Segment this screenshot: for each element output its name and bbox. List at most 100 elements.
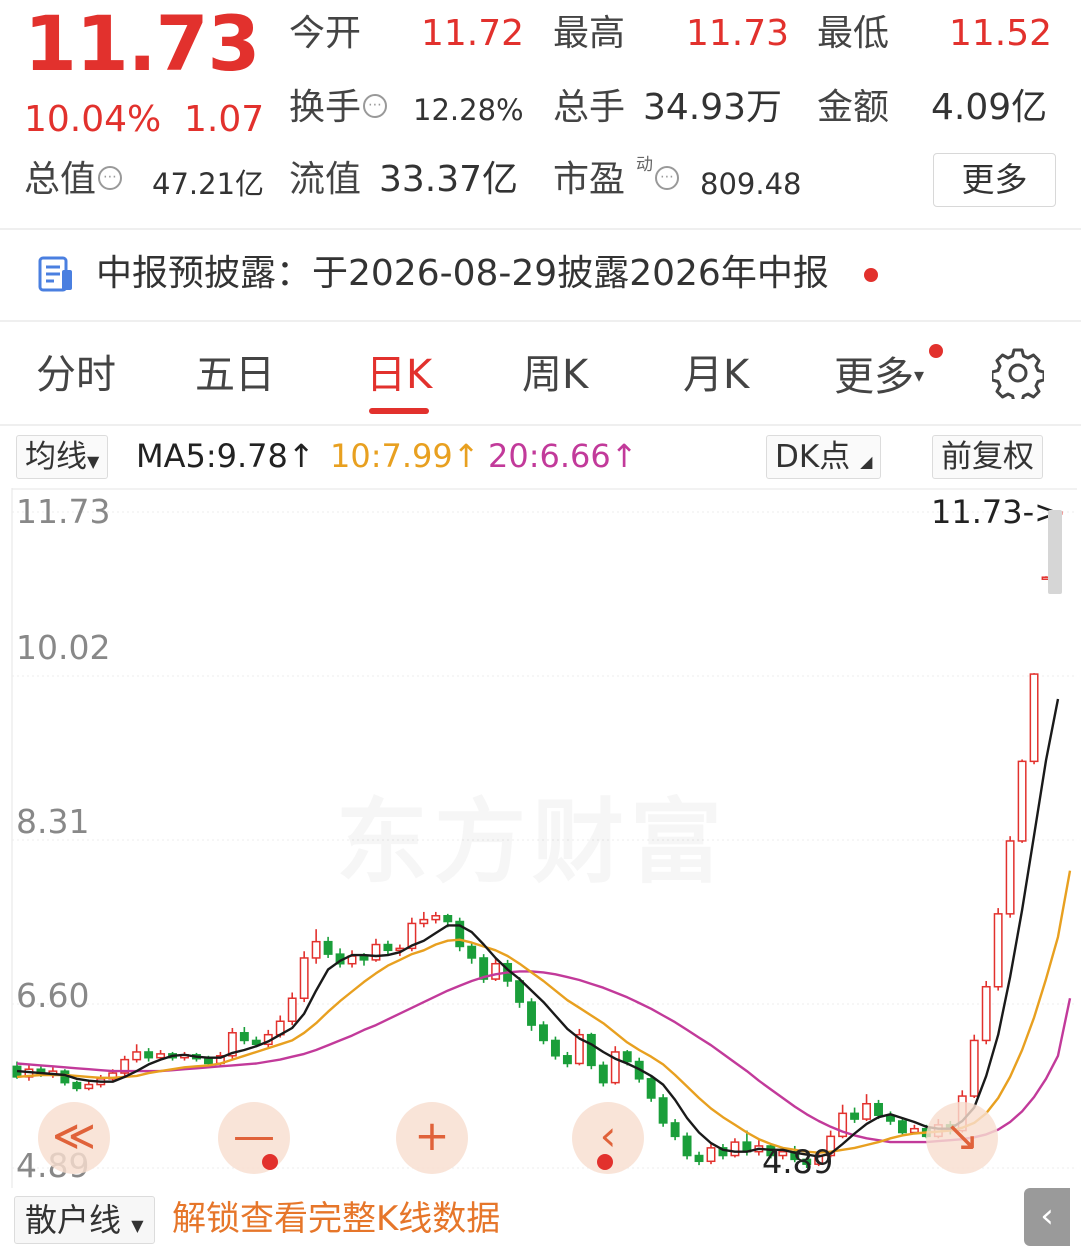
candle-down (622, 1051, 632, 1063)
y-tick-label: 10.02 (16, 628, 111, 667)
indicator-select[interactable]: 均线▼ (16, 435, 109, 479)
more-button[interactable]: 更多 (933, 153, 1056, 207)
float-value: 33.37亿 (379, 159, 519, 200)
zoom-in-button[interactable]: + (396, 1102, 468, 1174)
ma20-value: 20:6.66↑ (488, 437, 638, 475)
kline-chart[interactable]: 东方财富 11.73 10.02 8.31 6.60 4.89 11.73-> … (0, 488, 1081, 1188)
candle-down (383, 943, 393, 952)
y-tick-label: 11.73 (16, 492, 111, 531)
candle-down (203, 1057, 213, 1065)
indicator-select-label: 均线 (25, 439, 87, 475)
candle-down (850, 1112, 860, 1120)
mktcap-label[interactable]: 总值 ⋯ (24, 158, 123, 202)
candle-up (730, 1141, 740, 1157)
turnover-value: 12.28% (413, 93, 524, 127)
candle-down (515, 980, 525, 1003)
tab-daily-k[interactable]: 日K (366, 350, 432, 400)
unread-dot (864, 268, 878, 282)
zoom-out-button[interactable]: — (218, 1102, 290, 1174)
adjust-select[interactable]: 前复权 (932, 435, 1043, 479)
ma10-line (16, 870, 1072, 1154)
candle-down (550, 1039, 560, 1057)
open-label: 今开 (289, 13, 362, 54)
chevron-down-icon: ▾ (914, 363, 925, 387)
pe-dynamic-sup: 动 (636, 155, 653, 175)
candle-up (1029, 673, 1039, 763)
candle-down (658, 1097, 668, 1124)
turnover-label[interactable]: 换手 ⋯ (289, 86, 388, 130)
candle-down (251, 1039, 261, 1046)
volume-label: 总手 (553, 87, 626, 128)
new-dot (929, 344, 943, 358)
tab-five-day[interactable]: 五日 (195, 350, 275, 400)
low-value: 11.52 (949, 13, 1053, 54)
mktcap-value: 47.21亿 (152, 167, 265, 201)
scroll-left-button[interactable]: ≪ (38, 1102, 110, 1174)
y-tick-label: 8.31 (16, 802, 90, 841)
low-label: 最低 (817, 13, 890, 54)
candle-up (993, 913, 1003, 988)
mktcap-label-text: 总值 (24, 159, 97, 200)
y-tick-label: 6.60 (16, 976, 90, 1015)
document-icon (38, 256, 74, 298)
active-tab-indicator (369, 408, 429, 414)
sub-indicator-select[interactable]: 散户线 ▼ (14, 1196, 155, 1244)
open-value: 11.72 (421, 13, 525, 54)
candle-up (1017, 760, 1027, 842)
candle-up (371, 943, 381, 961)
candle-up (981, 985, 991, 1042)
step-back-dot (597, 1154, 613, 1170)
zoom-out-dot (262, 1154, 278, 1170)
notice-text: 中报预披露：于2026-08-29披露2026年中报 (96, 253, 829, 294)
tab-more-label: 更多 (834, 354, 914, 400)
ma5-value: MA5:9.78↑ (136, 437, 315, 475)
high-value: 11.73 (686, 13, 790, 54)
report-notice[interactable]: 中报预披露：于2026-08-29披露2026年中报 (0, 232, 1081, 320)
candle-up (431, 915, 441, 921)
candle-down (646, 1078, 656, 1099)
tab-weekly-k[interactable]: 周K (522, 350, 588, 400)
candle-down (562, 1055, 572, 1065)
ma10-value: 10:7.99↑ (330, 437, 480, 475)
candle-up (1005, 840, 1015, 915)
candle-up (287, 997, 297, 1023)
sub-indicator-label: 散户线 (25, 1201, 122, 1239)
dk-point-select[interactable]: DK点 ◢ (766, 435, 882, 479)
candle-down (72, 1081, 82, 1090)
candle-up (132, 1051, 142, 1061)
dk-point-label: DK点 (775, 439, 851, 475)
chart-scrollbar[interactable] (1048, 510, 1062, 594)
candle-down (694, 1154, 704, 1163)
candle-down (359, 955, 369, 961)
divider (0, 228, 1081, 230)
tab-more[interactable]: 更多▾ (834, 350, 924, 402)
corner-triangle-icon: ◢ (860, 452, 873, 471)
info-icon[interactable]: ⋯ (655, 166, 680, 190)
tab-intraday[interactable]: 分时 (36, 350, 116, 400)
gear-icon[interactable] (990, 347, 1046, 404)
watermark: 东方财富 (336, 768, 728, 901)
pe-label[interactable]: 市盈 ⋯ (553, 158, 680, 202)
last-price-marker: 11.73-> (931, 493, 1061, 531)
candle-down (539, 1024, 548, 1042)
jump-latest-button[interactable]: ↘ (926, 1102, 998, 1174)
info-icon[interactable]: ⋯ (363, 94, 388, 118)
info-icon[interactable]: ⋯ (98, 166, 123, 190)
tab-monthly-k[interactable]: 月K (683, 350, 749, 400)
candle-down (897, 1120, 907, 1134)
unlock-full-data-link[interactable]: 解锁查看完整K线数据 (172, 1194, 500, 1244)
candle-down (323, 940, 333, 955)
candle-up (311, 940, 321, 959)
float-label: 流值 (289, 159, 362, 200)
period-tabs: 分时 五日 日K 周K 月K 更多▾ (0, 322, 1081, 424)
change-amount: 1.07 (184, 99, 265, 140)
pe-label-text: 市盈 (553, 159, 626, 200)
candle-up (84, 1083, 94, 1090)
indicator-bar: 散户线 ▼ 解锁查看完整K线数据 ‹ (0, 1188, 1081, 1260)
current-price: 11.73 (24, 0, 260, 88)
ma-toolbar: 均线▼ MA5:9.78↑ 10:7.99↑ 20:6.66↑ DK点 ◢ 前复… (0, 426, 1081, 486)
turnover-label-text: 换手 (289, 87, 362, 128)
candle-down (527, 1001, 536, 1026)
candle-down (443, 915, 453, 923)
collapse-panel-button[interactable]: ‹ (1024, 1188, 1070, 1246)
